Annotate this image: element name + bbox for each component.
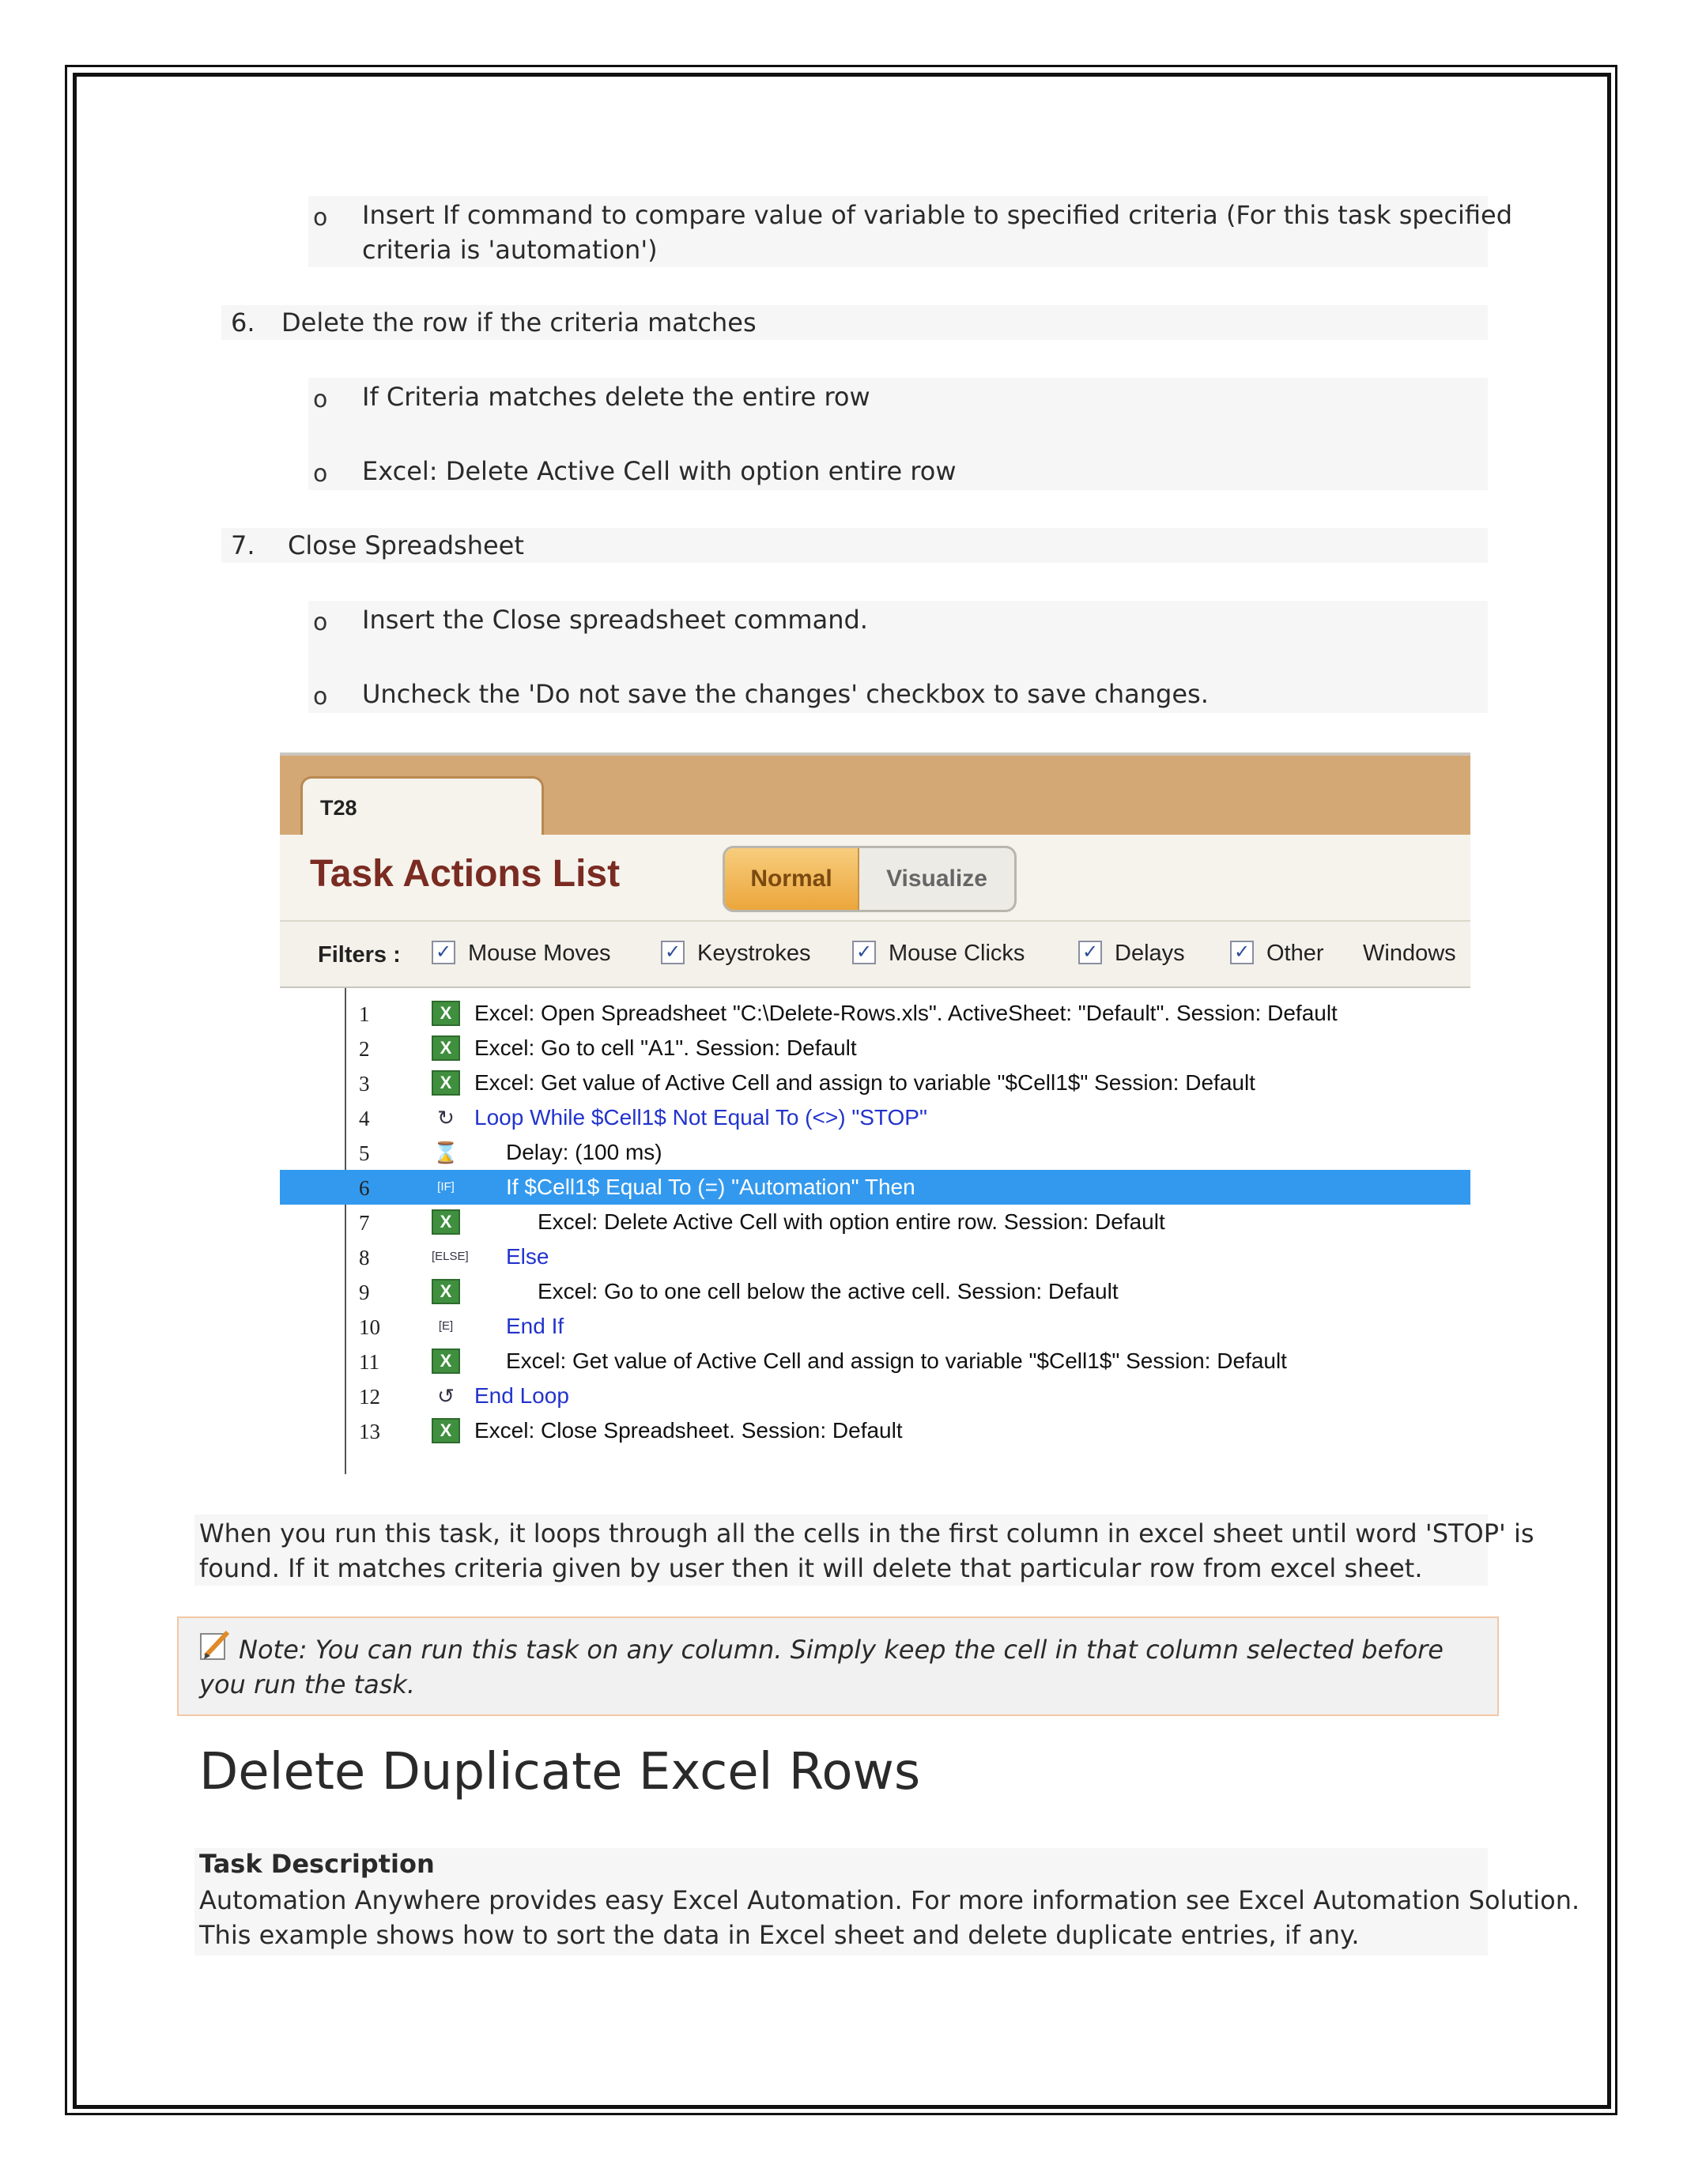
list-item: criteria is 'automation') — [362, 235, 658, 265]
actions-list: 1 X Excel: Open Spreadsheet "C:\Delete-Row… — [280, 988, 1470, 1474]
filter-label: Mouse Clicks — [889, 941, 1025, 966]
tab-t28[interactable]: T28 — [300, 776, 544, 843]
row-number: 13 — [359, 1420, 380, 1443]
row-text: Excel: Delete Active Cell with option en… — [538, 1209, 1165, 1234]
filter-label: Mouse Moves — [468, 941, 611, 966]
row-text: Excel: Go to cell "A1". Session: Default — [474, 1035, 857, 1060]
row-text: End Loop — [474, 1383, 569, 1408]
other-checkbox[interactable]: ✓ — [1230, 941, 1254, 964]
row-number: 8 — [359, 1246, 370, 1269]
note-text: Note: You can run this task on any colum… — [199, 1635, 1444, 1699]
filters-bar: Filters : ✓ Mouse Moves ✓ Keystrokes ✓ M… — [280, 922, 1470, 988]
table-row[interactable]: 8 [ELSE] Else — [280, 1239, 1470, 1274]
row-number: 11 — [359, 1350, 379, 1374]
view-toggle: Normal Visualize — [723, 846, 1017, 912]
row-number: 10 — [359, 1315, 380, 1339]
filter-label: Delays — [1115, 941, 1185, 966]
excel-icon: X — [432, 1070, 460, 1096]
bullet: o — [313, 386, 328, 413]
table-row[interactable]: 11 X Excel: Get value of Active Cell and a… — [280, 1344, 1470, 1379]
list-item: Excel: Delete Active Cell with option en… — [362, 456, 957, 486]
note-box: Note: You can run this task on any colum… — [177, 1616, 1499, 1716]
table-row[interactable]: 7 X Excel: Delete Active Cell with option … — [280, 1205, 1470, 1239]
bullet: o — [313, 683, 328, 711]
table-row[interactable]: 4 ↻ Loop While $Cell1$ Not Equal To (<>) "… — [280, 1100, 1470, 1135]
filter-label: Keystrokes — [697, 941, 811, 966]
table-row[interactable]: 2 X Excel: Go to cell "A1". Session: Defau… — [280, 1031, 1470, 1066]
visualize-button[interactable]: Visualize — [859, 848, 1014, 910]
delay-icon: ⌛ — [432, 1141, 459, 1164]
mouse-clicks-checkbox[interactable]: ✓ — [852, 941, 876, 964]
row-number: 7 — [359, 1211, 370, 1235]
paragraph-line: found. If it matches criteria given by u… — [199, 1553, 1423, 1583]
description-line: This example shows how to sort the data … — [199, 1920, 1360, 1950]
row-number: 2 — [359, 1037, 370, 1061]
row-text: Excel: Close Spreadsheet. Session: Defau… — [474, 1418, 903, 1443]
endloop-icon: ↺ — [437, 1384, 455, 1408]
bullet: o — [313, 204, 328, 232]
list-item: Insert If command to compare value of va… — [362, 200, 1512, 230]
row-number: 9 — [359, 1281, 370, 1304]
table-row[interactable]: 3 X Excel: Get value of Active Cell and as… — [280, 1066, 1470, 1100]
table-row[interactable]: 6 [IF] If $Cell1$ Equal To (=) "Automation… — [280, 1170, 1470, 1205]
task-header: Task Actions List Normal Visualize — [280, 835, 1470, 922]
task-description-label: Task Description — [199, 1849, 435, 1879]
step-title: Close Spreadsheet — [288, 530, 524, 560]
windows-filter[interactable]: Windows — [1363, 941, 1456, 967]
table-row[interactable]: 1 X Excel: Open Spreadsheet "C:\Delete-Row… — [280, 996, 1470, 1031]
list-item: Insert the Close spreadsheet command. — [362, 605, 868, 635]
row-text: Excel: Get value of Active Cell and assi… — [474, 1070, 1255, 1095]
task-actions-screenshot: T28 Task Actions List Normal Visualize F… — [280, 753, 1470, 1474]
excel-icon: X — [432, 1001, 460, 1026]
row-text: Delay: (100 ms) — [506, 1140, 662, 1164]
filter-label: Other — [1266, 941, 1324, 966]
normal-button[interactable]: Normal — [725, 848, 859, 910]
row-text: Excel: Go to one cell below the active c… — [538, 1279, 1119, 1303]
list-item: Uncheck the 'Do not save the changes' ch… — [362, 679, 1209, 709]
excel-icon: X — [432, 1418, 460, 1443]
row-text: Else — [506, 1244, 549, 1269]
table-row[interactable]: 13 X Excel: Close Spreadsheet. Session: De… — [280, 1413, 1470, 1448]
keystrokes-checkbox[interactable]: ✓ — [661, 941, 685, 964]
paragraph-line: When you run this task, it loops through… — [199, 1518, 1534, 1548]
list-item: If Criteria matches delete the entire ro… — [362, 382, 870, 412]
excel-icon: X — [432, 1035, 460, 1061]
else-icon: [ELSE] — [432, 1250, 469, 1263]
delays-checkbox[interactable]: ✓ — [1078, 941, 1102, 964]
description-line: Automation Anywhere provides easy Excel … — [199, 1885, 1580, 1915]
loop-icon: ↻ — [437, 1106, 455, 1130]
bullet: o — [313, 460, 328, 488]
filters-label: Filters : — [318, 942, 401, 968]
excel-icon: X — [432, 1348, 460, 1374]
mouse-moves-checkbox[interactable]: ✓ — [432, 941, 455, 964]
row-text: If $Cell1$ Equal To (=) "Automation" The… — [506, 1175, 915, 1199]
row-text: Excel: Open Spreadsheet "C:\Delete-Rows.… — [474, 1001, 1338, 1025]
step-title: Delete the row if the criteria matches — [281, 307, 757, 338]
row-text: End If — [506, 1314, 564, 1338]
excel-icon: X — [432, 1279, 460, 1304]
document-page: o Insert If command to compare value of … — [0, 0, 1687, 2184]
if-icon: [IF] — [437, 1180, 455, 1194]
row-text: Loop While $Cell1$ Not Equal To (<>) "ST… — [474, 1105, 927, 1130]
step-number: 6. — [231, 307, 255, 338]
bullet: o — [313, 609, 328, 636]
table-row[interactable]: 10 [E] End If — [280, 1309, 1470, 1344]
excel-icon: X — [432, 1209, 460, 1235]
row-number: 4 — [359, 1107, 370, 1130]
endif-icon: [E] — [438, 1319, 454, 1333]
step-number: 7. — [231, 530, 255, 560]
row-number: 12 — [359, 1385, 380, 1409]
panel-title: Task Actions List — [310, 853, 621, 895]
tab-label: T28 — [320, 796, 357, 820]
row-number: 5 — [359, 1141, 370, 1165]
row-number: 3 — [359, 1072, 370, 1096]
row-number: 6 — [359, 1176, 370, 1200]
section-heading: Delete Duplicate Excel Rows — [199, 1743, 921, 1801]
row-number: 1 — [359, 1002, 370, 1026]
table-row[interactable]: 5 ⌛ Delay: (100 ms) — [280, 1135, 1470, 1170]
table-row[interactable]: 12 ↺ End Loop — [280, 1379, 1470, 1413]
table-row[interactable]: 9 X Excel: Go to one cell below the active… — [280, 1274, 1470, 1309]
row-text: Excel: Get value of Active Cell and assi… — [506, 1348, 1287, 1373]
